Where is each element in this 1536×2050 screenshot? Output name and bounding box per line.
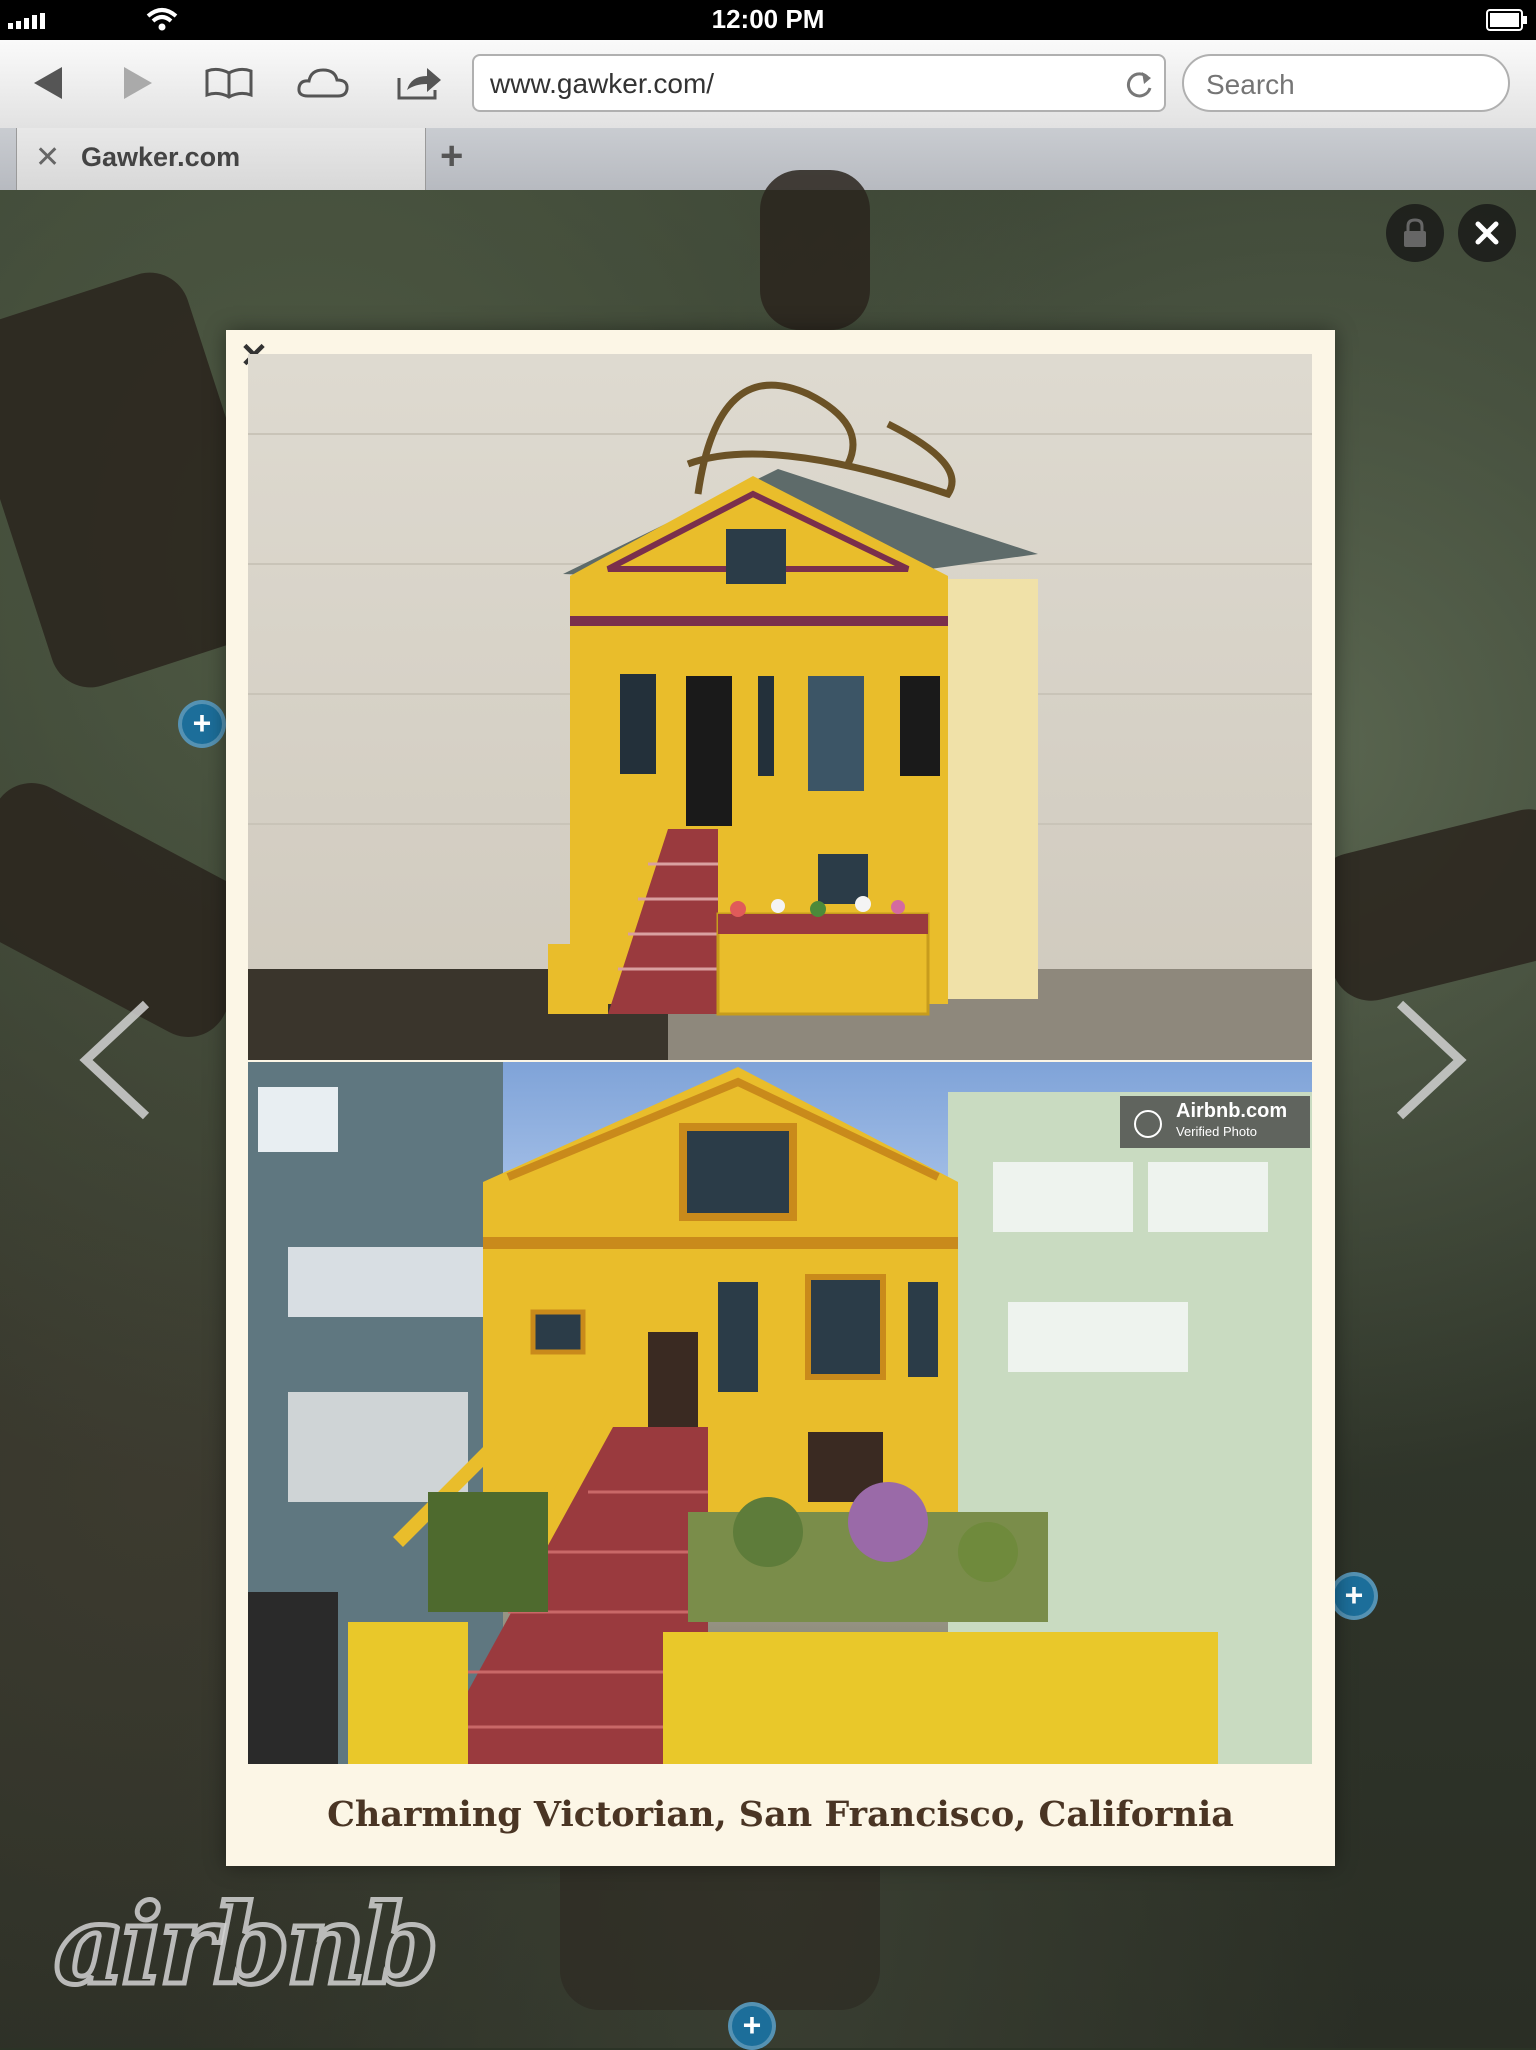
- model-house-illustration: [248, 381, 1312, 1060]
- listing-modal: ✕: [226, 330, 1335, 1866]
- url-text: www.gawker.com/: [490, 68, 715, 99]
- back-icon: [34, 67, 62, 99]
- listing-photo-victorian-house: Airbnb.com Verified Photo: [248, 1062, 1312, 1764]
- status-time: 12:00 PM: [711, 4, 825, 34]
- forward-button[interactable]: [112, 58, 166, 108]
- battery-icon: [1486, 9, 1527, 31]
- next-arrow-icon[interactable]: [1390, 1000, 1470, 1120]
- browser-toolbar: www.gawker.com/: [0, 40, 1536, 129]
- previous-arrow-icon[interactable]: [76, 1000, 156, 1120]
- airbnb-logo: airbnb: [52, 1878, 442, 2012]
- map-pin-button[interactable]: +: [1330, 1572, 1378, 1620]
- new-tab-button[interactable]: +: [440, 134, 463, 179]
- close-icon: [1475, 221, 1499, 245]
- bookmarks-button[interactable]: [202, 58, 256, 108]
- status-bar: 12:00 PM: [0, 0, 1536, 40]
- tab-gawker[interactable]: ✕ Gawker.com: [16, 128, 426, 190]
- checkmark-icon: [1134, 1110, 1162, 1138]
- search-field[interactable]: [1182, 54, 1510, 112]
- share-icon: [397, 68, 441, 100]
- close-tab-icon[interactable]: ✕: [35, 140, 60, 175]
- icloud-button[interactable]: [296, 58, 350, 108]
- listing-caption: Charming Victorian, San Francisco, Calif…: [327, 1794, 1234, 1835]
- verified-photo-badge: Airbnb.com Verified Photo: [1120, 1096, 1310, 1148]
- bookmarks-icon: [205, 67, 253, 99]
- victorian-house-illustration: [248, 1062, 1312, 1764]
- tab-bar: ✕ Gawker.com +: [0, 128, 1536, 192]
- lock-icon: [1404, 218, 1426, 247]
- icloud-icon: [297, 68, 349, 98]
- map-pin-button[interactable]: +: [728, 2002, 776, 2050]
- lock-button[interactable]: [1386, 204, 1444, 262]
- close-overlay-button[interactable]: [1458, 204, 1516, 262]
- address-bar[interactable]: www.gawker.com/: [472, 54, 1166, 112]
- share-button[interactable]: [392, 58, 446, 108]
- listing-photo-model-house: [248, 354, 1312, 1060]
- forward-icon: [124, 67, 152, 99]
- tab-label: Gawker.com: [81, 142, 241, 172]
- reload-icon[interactable]: [1124, 68, 1154, 100]
- map-pin-button[interactable]: +: [178, 700, 226, 748]
- search-input[interactable]: [1204, 68, 1498, 102]
- badge-subtitle: Verified Photo: [1176, 1124, 1257, 1139]
- back-button[interactable]: [20, 58, 74, 108]
- badge-title: Airbnb.com: [1176, 1100, 1288, 1122]
